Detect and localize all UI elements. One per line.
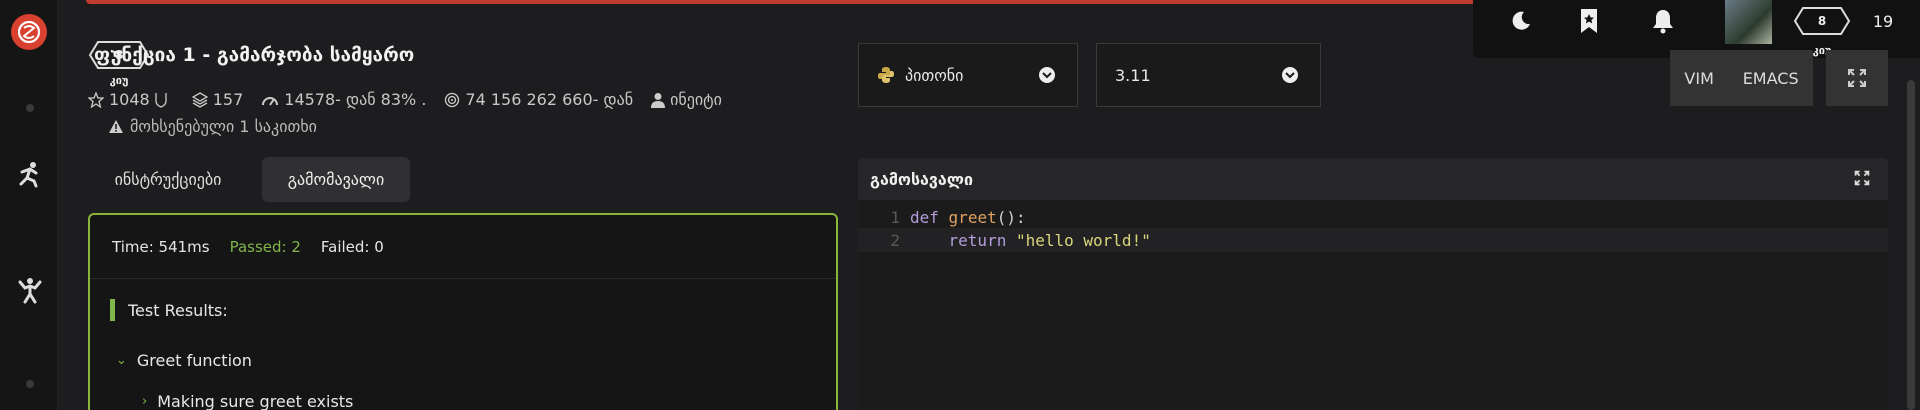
code-line[interactable]: 1 def greet(): [858,205,1888,229]
reported-issues[interactable]: მოხსენებული 1 საკითხი [108,117,317,136]
codewars-logo-icon[interactable] [11,14,47,50]
test-results-heading: Test Results: [110,298,228,322]
honor-count: 19 [1872,11,1894,31]
top-accent-bar [86,0,1656,4]
code-string: "hello world!" [1015,230,1151,250]
code-line[interactable]: 2 return "hello world!" [858,228,1888,252]
results-summary: Time: 541ms Passed: 2 Failed: 0 [90,215,836,279]
attempts-stat: 74 156 262 660- დან [444,90,633,109]
moon-icon[interactable] [1501,0,1541,42]
version-select[interactable]: 3.11 [1096,43,1321,107]
gauge-icon [262,96,279,106]
chevron-down-icon: ⌄ [116,353,127,368]
failed-label: Failed: 0 [320,237,384,256]
solution-panel-header: გამოსავალი [858,158,1888,200]
chevron-down-icon [1039,67,1055,83]
time-label: Time: 541ms [112,237,210,256]
issues-label: მოხსენებული 1 საკითხი [130,117,317,136]
code-keyword: def [910,207,939,227]
author-name[interactable]: ინეიტი [670,90,722,109]
test-group-label: Greet function [136,351,252,370]
kata-rank-label: კიუ [109,74,129,87]
author-stat[interactable]: ინეიტი [651,90,722,109]
test-results-label: Test Results: [128,300,228,320]
test-item-greet-exists[interactable]: › Making sure greet exists [142,392,353,410]
test-group-greet[interactable]: ⌄ Greet function [116,351,252,370]
code-editor[interactable]: 1 def greet(): 2 return "hello world!" [858,200,1888,410]
bell-icon[interactable] [1643,0,1683,42]
vote-icon [155,92,167,108]
attempts-count: 74 156 262 660- დან [465,90,634,109]
rail-dot [26,104,34,112]
collections-stat: 157 [191,90,244,109]
language-label: პითონი [905,65,964,85]
heading-accent-bar [110,299,115,321]
code-function-name: greet [948,207,997,227]
user-rank-badge[interactable]: 8 კიუ [1793,6,1851,57]
bookmark-icon[interactable] [1569,0,1609,42]
user-avatar[interactable] [1725,0,1772,44]
practice-icon[interactable] [14,274,46,306]
version-label: 3.11 [1115,65,1151,85]
stars-count: 1048 [109,90,150,109]
expand-icon[interactable] [1854,170,1870,190]
left-rail [0,0,58,410]
code-punctuation: (): [996,207,1026,227]
code-keyword: return [948,230,1007,250]
completed-stat: 14578- დან 83% . [261,90,426,109]
python-icon [878,67,894,83]
chevron-right-icon: › [142,394,148,409]
vim-mode-button[interactable]: VIM [1684,69,1713,88]
solution-panel-title: გამოსავალი [870,169,973,189]
user-icon [651,92,666,108]
expand-icon [1848,69,1866,87]
warning-icon [109,120,123,133]
test-results-panel: Time: 541ms Passed: 2 Failed: 0 Test Res… [88,213,838,410]
completed-count: 14578- დან 83% . [284,90,427,109]
tab-output[interactable]: გამომავალი [262,157,410,202]
passed-label: Passed: 2 [229,237,301,256]
collections-count: 157 [212,90,244,109]
layers-icon [191,91,208,108]
page-scrollbar[interactable] [1907,80,1915,410]
star-icon [88,91,104,108]
kata-stats: 1048 157 14578- დან 83% . 74 156 262 660… [88,90,740,109]
target-icon [445,92,460,107]
editor-mode-toggle: VIM EMACS [1670,50,1813,106]
line-number: 1 [890,207,900,227]
language-select[interactable]: პითონი [858,43,1078,107]
test-item-label: Making sure greet exists [157,392,354,410]
emacs-mode-button[interactable]: EMACS [1743,69,1799,88]
tab-instructions[interactable]: ინსტრუქციები [88,157,248,202]
training-icon[interactable] [14,158,46,190]
kata-title: ფუნქცია 1 - გამარჯობა სამყარო [94,44,415,66]
stars-stat[interactable]: 1048 [88,90,174,109]
chevron-down-icon [1282,67,1298,83]
user-rank-number: 8 [1817,14,1827,28]
fullscreen-button[interactable] [1826,50,1888,106]
rail-dot [26,380,34,388]
line-number: 2 [890,230,900,250]
